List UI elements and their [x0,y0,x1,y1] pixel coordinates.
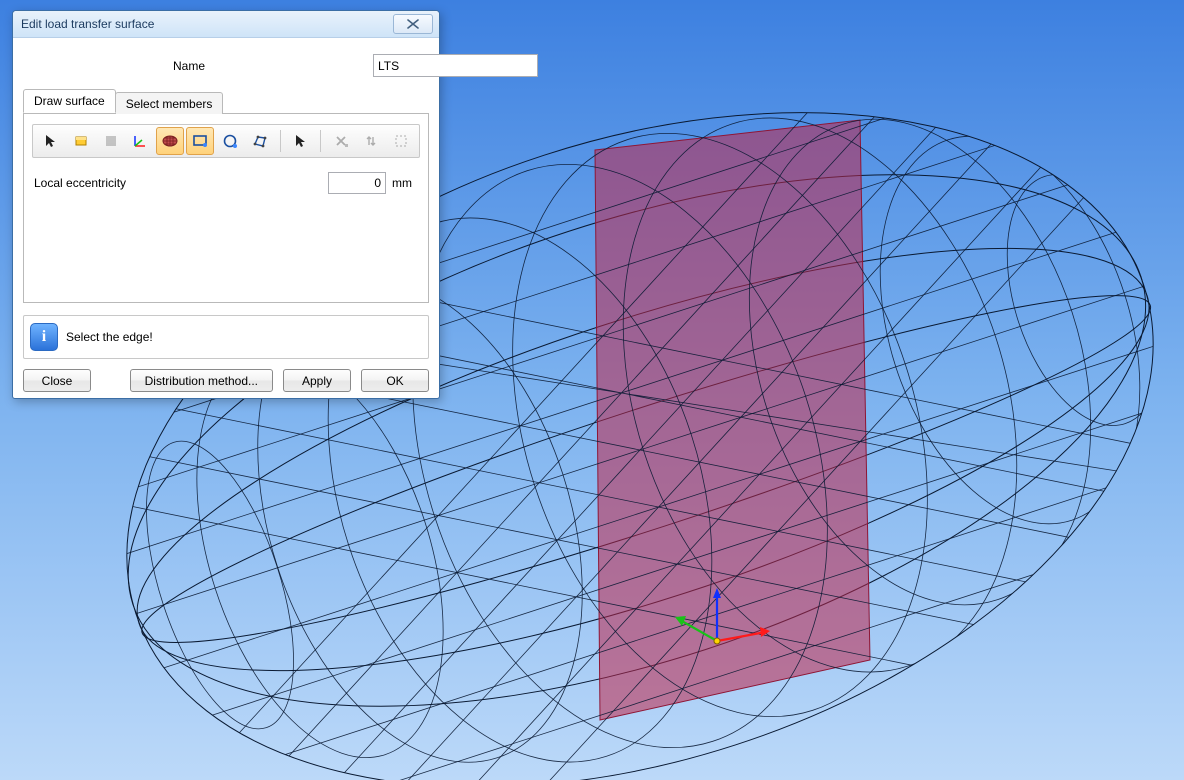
tab-label: Draw surface [34,94,105,108]
circle-icon [222,133,238,149]
hint-box: i Select the edge! [23,315,429,359]
hint-text: Select the edge! [66,330,153,344]
tool-axes[interactable] [126,127,154,155]
tool-circle[interactable] [216,127,244,155]
layer-icon [73,133,89,149]
rectangle-icon [191,133,209,149]
tool-rectangle[interactable] [186,127,214,155]
updown-icon [363,133,379,149]
tab-label: Select members [126,97,213,111]
distribution-method-button[interactable]: Distribution method... [130,369,273,392]
tool-pointer[interactable] [37,127,65,155]
viewport[interactable]: Edit load transfer surface Name Draw sur… [0,0,1184,780]
close-button[interactable]: Close [23,369,91,392]
mesh-icon [161,133,179,149]
dialog-title: Edit load transfer surface [21,17,154,31]
eccentricity-label: Local eccentricity [34,176,154,190]
tab-select-members[interactable]: Select members [115,92,224,114]
pointer-icon [293,133,309,149]
quad-icon [252,133,268,149]
name-label: Name [23,59,373,73]
toolbar-sep [320,130,321,152]
ok-button[interactable]: OK [361,369,429,392]
x-icon [333,133,349,149]
dialog-edit-lts: Edit load transfer surface Name Draw sur… [12,10,440,399]
tab-draw-surface[interactable]: Draw surface [23,89,116,113]
tool-stop[interactable] [97,127,125,155]
draw-toolbar [32,124,420,158]
tabpanel-draw-surface: Local eccentricity mm [23,114,429,303]
titlebar[interactable]: Edit load transfer surface [13,11,439,38]
titlebar-close-button[interactable] [393,14,433,34]
axes-icon [132,133,148,149]
eccentricity-unit: mm [392,176,418,190]
box-select-icon [393,133,409,149]
tool-updown[interactable] [357,127,385,155]
tool-quad[interactable] [246,127,274,155]
apply-button[interactable]: Apply [283,369,351,392]
tool-x[interactable] [327,127,355,155]
stop-icon [103,133,119,149]
name-input[interactable] [373,54,538,77]
tabstrip: Draw surface Select members [23,91,429,114]
info-icon: i [30,323,58,351]
toolbar-sep [280,130,281,152]
axis-gizmo [662,586,772,676]
eccentricity-input[interactable] [328,172,386,194]
tool-pointer-2[interactable] [287,127,315,155]
close-icon [406,19,420,29]
tool-box-select[interactable] [387,127,415,155]
tool-mesh-surface[interactable] [156,127,184,155]
pointer-icon [43,133,59,149]
tool-layer[interactable] [67,127,95,155]
